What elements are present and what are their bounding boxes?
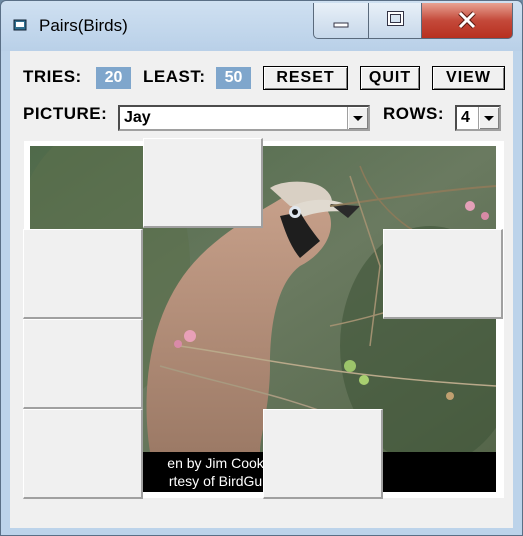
minimize-button[interactable]	[313, 3, 369, 39]
rows-select[interactable]: 4	[455, 105, 501, 131]
least-value: 50	[216, 67, 251, 89]
rows-select-value: 4	[461, 109, 470, 126]
card-tile[interactable]	[383, 229, 503, 319]
picture-select-value: Jay	[124, 109, 151, 126]
window-title: Pairs(Birds)	[39, 16, 128, 35]
chevron-down-icon[interactable]	[347, 107, 368, 129]
chevron-down-icon[interactable]	[478, 107, 499, 129]
picture-select[interactable]: Jay	[118, 105, 370, 131]
app-window: Pairs(Birds) TRIES: 20 LEAST: 50 RESET Q…	[0, 0, 523, 536]
card-tile[interactable]	[263, 409, 383, 499]
card-tile[interactable]	[23, 409, 143, 499]
close-button[interactable]	[421, 3, 513, 39]
maximize-button[interactable]	[368, 3, 422, 39]
title-bar[interactable]: Pairs(Birds)	[1, 1, 522, 51]
tries-value: 20	[96, 67, 131, 89]
card-tile[interactable]	[143, 138, 263, 228]
picture-label: PICTURE:	[23, 104, 108, 123]
close-icon	[458, 11, 476, 29]
reset-button[interactable]: RESET	[263, 66, 348, 90]
tries-label: TRIES:	[23, 67, 82, 86]
minimize-icon	[333, 22, 349, 28]
view-button[interactable]: VIEW	[432, 66, 505, 90]
card-tile[interactable]	[23, 319, 143, 409]
least-label: LEAST:	[143, 67, 206, 86]
app-icon	[13, 19, 27, 31]
card-tile[interactable]	[23, 229, 143, 319]
quit-button[interactable]: QUIT	[360, 66, 420, 90]
rows-label: ROWS:	[383, 104, 445, 123]
maximize-icon	[387, 11, 404, 26]
